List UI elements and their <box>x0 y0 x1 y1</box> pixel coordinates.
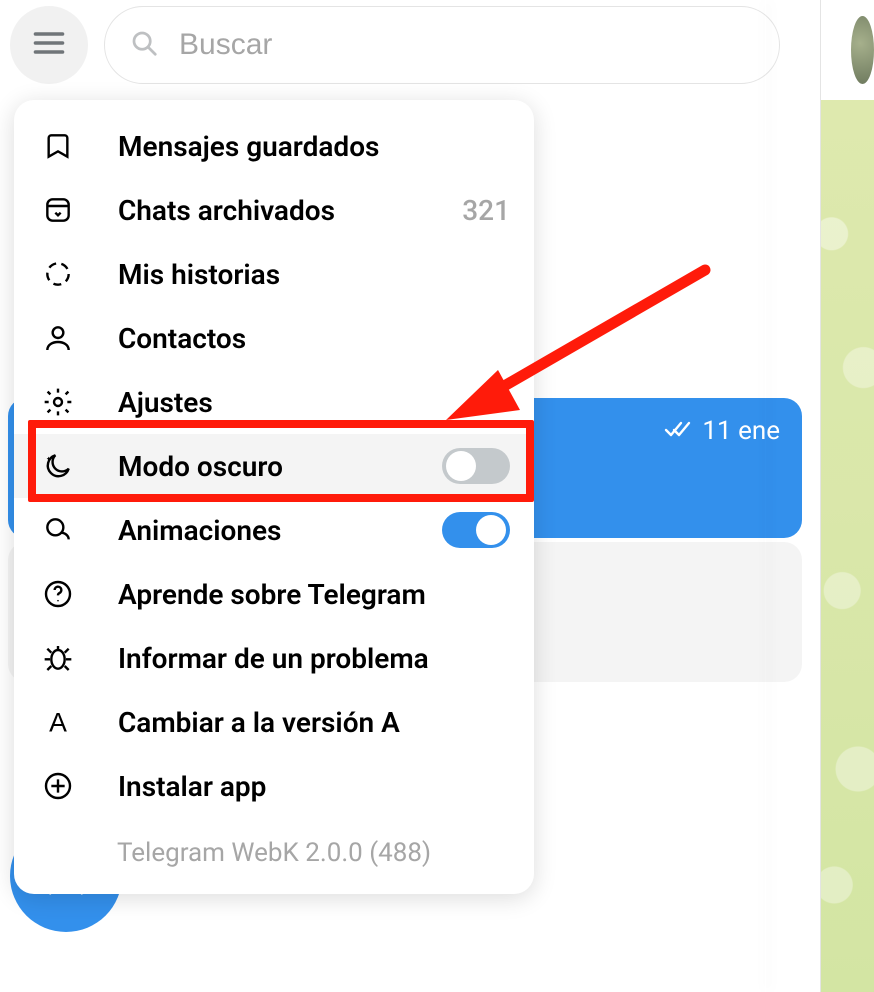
menu-item-report-problem[interactable]: Informar de un problema <box>14 626 534 690</box>
menu-label: Mis historias <box>118 258 510 291</box>
menu-item-learn-telegram[interactable]: Aprende sobre Telegram <box>14 562 534 626</box>
menu-item-settings[interactable]: Ajustes <box>14 370 534 434</box>
chat-area <box>820 0 874 992</box>
menu-label: Mensajes guardados <box>118 130 510 163</box>
gear-icon <box>42 386 90 418</box>
menu-item-contacts[interactable]: Contactos <box>14 306 534 370</box>
plus-circle-icon <box>42 770 90 802</box>
menu-item-my-stories[interactable]: Mis historias <box>14 242 534 306</box>
menu-label: Modo oscuro <box>118 450 442 483</box>
help-icon <box>42 578 90 610</box>
read-check-icon <box>664 416 694 446</box>
dark-mode-toggle[interactable] <box>442 448 510 484</box>
archive-icon <box>42 194 90 226</box>
main-menu: Mensajes guardados Chats archivados 321 … <box>14 100 534 894</box>
moon-icon <box>42 450 90 482</box>
svg-text:A: A <box>49 707 67 737</box>
animations-toggle[interactable] <box>442 512 510 548</box>
hamburger-icon <box>31 25 67 65</box>
menu-item-dark-mode[interactable]: Modo oscuro <box>14 434 534 498</box>
letter-a-icon: A <box>42 706 90 738</box>
top-bar <box>0 0 820 90</box>
menu-item-switch-version[interactable]: A Cambiar a la versión A <box>14 690 534 754</box>
menu-label: Instalar app <box>118 770 510 803</box>
menu-label: Cambiar a la versión A <box>118 706 510 739</box>
menu-version-footer: Telegram WebK 2.0.0 (488) <box>14 818 534 876</box>
stories-icon <box>42 258 90 290</box>
menu-label: Contactos <box>118 322 510 355</box>
menu-button[interactable] <box>10 6 88 84</box>
menu-item-animations[interactable]: Animaciones <box>14 498 534 562</box>
animations-icon <box>42 514 90 546</box>
menu-label: Informar de un problema <box>118 642 510 675</box>
bookmark-icon <box>42 130 90 162</box>
chat-header <box>821 0 874 100</box>
menu-label: Aprende sobre Telegram <box>118 578 510 611</box>
menu-label: Chats archivados <box>118 194 462 227</box>
archived-count-badge: 321 <box>462 194 510 227</box>
chat-date-text: 11 ene <box>702 416 780 446</box>
bug-icon <box>42 642 90 674</box>
search-icon <box>129 28 159 62</box>
menu-label: Animaciones <box>118 514 442 547</box>
contacts-icon <box>42 322 90 354</box>
search-field[interactable] <box>104 6 780 84</box>
search-input[interactable] <box>179 28 755 62</box>
menu-item-archived-chats[interactable]: Chats archivados 321 <box>14 178 534 242</box>
menu-item-install-app[interactable]: Instalar app <box>14 754 534 818</box>
chat-avatar[interactable] <box>851 16 874 84</box>
chat-date: 11 ene <box>664 416 780 446</box>
menu-item-saved-messages[interactable]: Mensajes guardados <box>14 114 534 178</box>
menu-label: Ajustes <box>118 386 510 419</box>
